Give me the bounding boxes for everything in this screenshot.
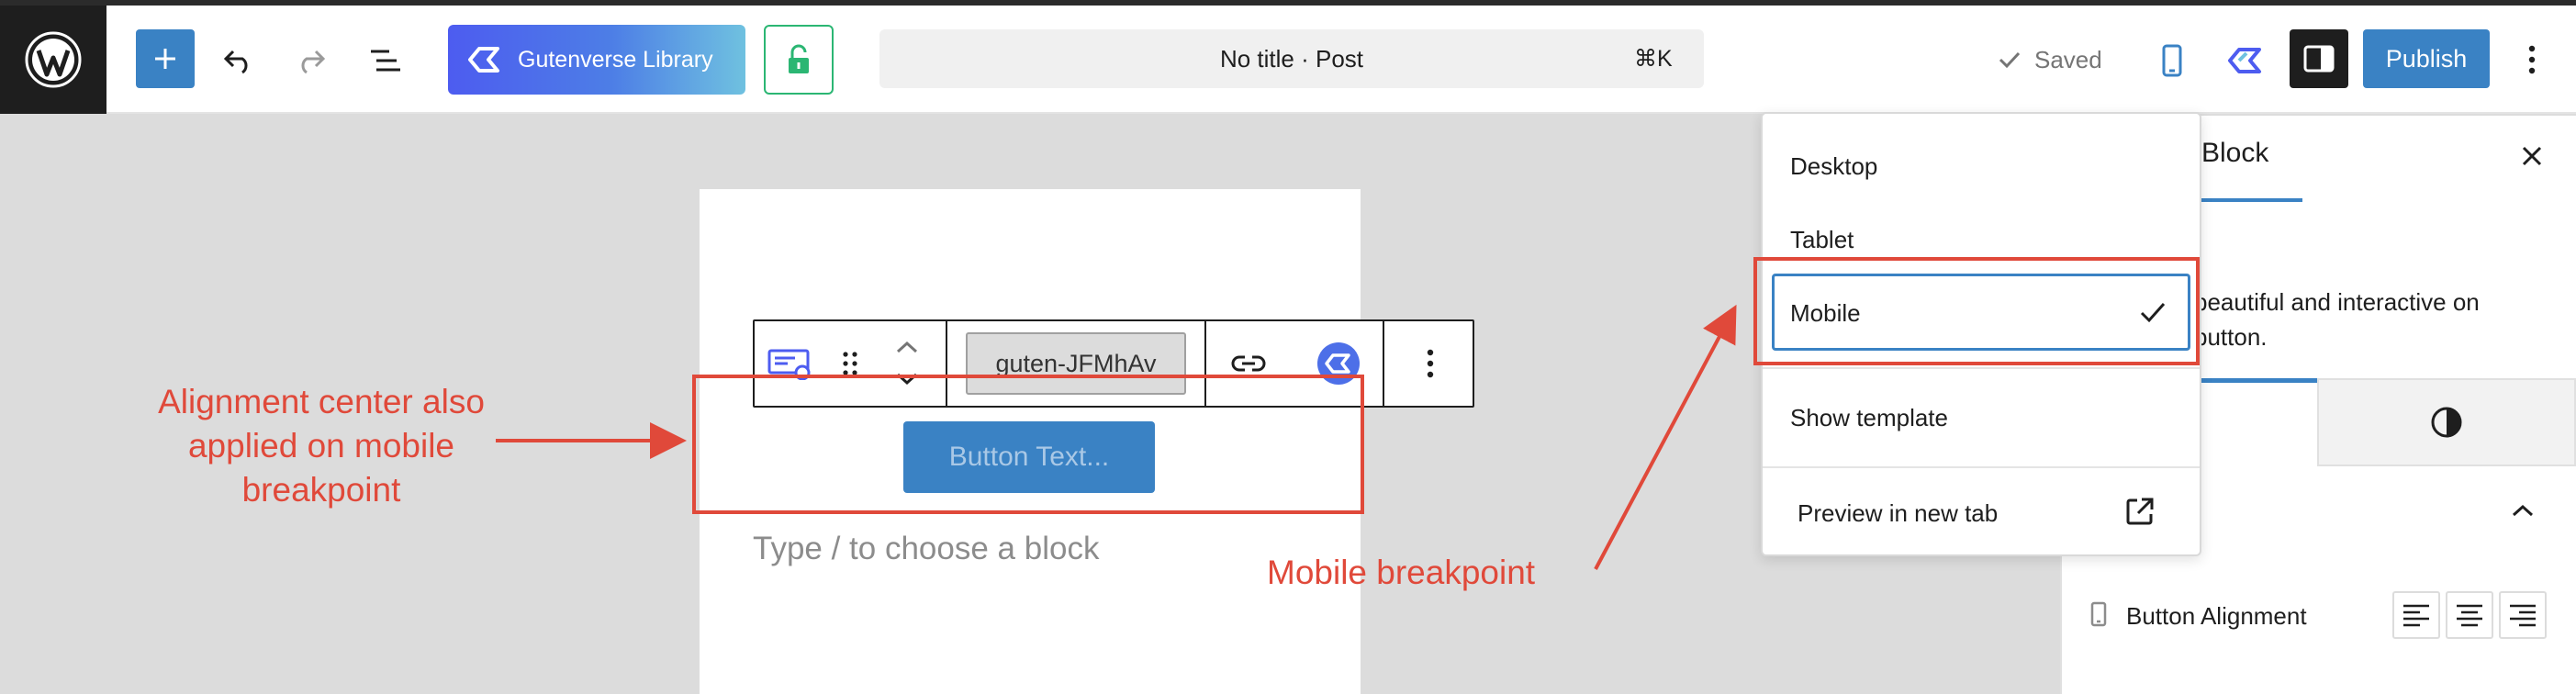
arrow-to-mobile [1594,304,1737,570]
annotation-arrows [496,304,1737,570]
